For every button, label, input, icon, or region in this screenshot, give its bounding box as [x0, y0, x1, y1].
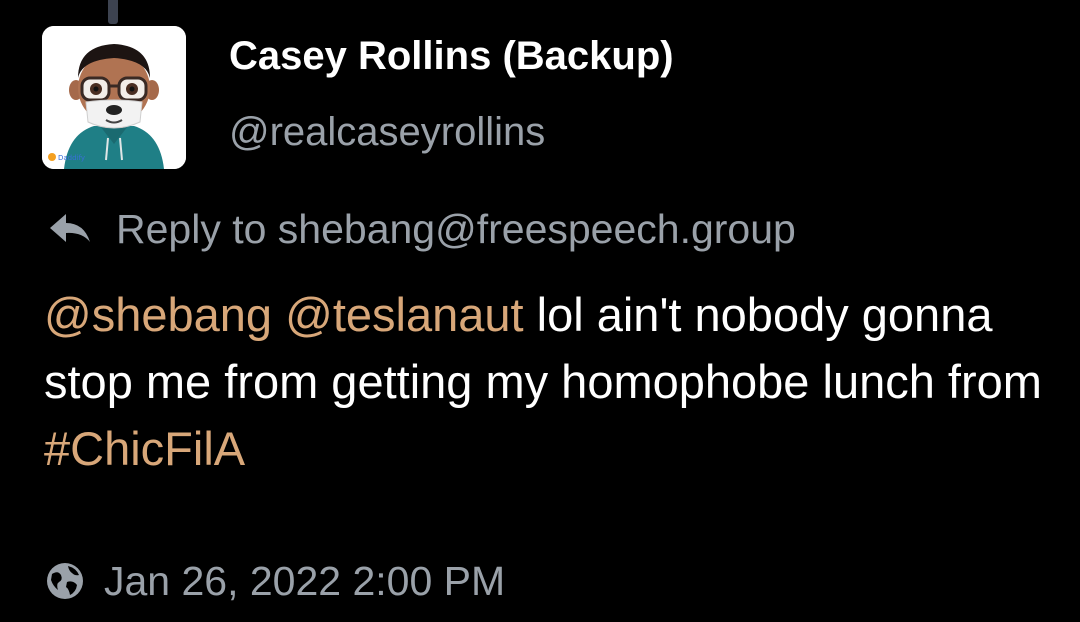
- post-meta-row: Jan 26, 2022 2:00 PM: [46, 556, 505, 606]
- globe-icon: [46, 562, 84, 600]
- avatar-badge-text: Daddify: [58, 154, 85, 162]
- post-body: @shebang @teslanaut lol ain't nobody gon…: [44, 281, 1044, 482]
- post-timestamp[interactable]: Jan 26, 2022 2:00 PM: [104, 558, 505, 605]
- reply-to-text[interactable]: Reply to shebang@freespeech.group: [116, 206, 796, 253]
- author-display-name[interactable]: Casey Rollins (Backup): [229, 34, 674, 79]
- avatar[interactable]: Daddify: [42, 26, 186, 169]
- author-handle[interactable]: @realcaseyrollins: [229, 110, 545, 155]
- memoji-avatar-icon: Daddify: [42, 26, 186, 169]
- hashtag-link[interactable]: #ChicFilA: [44, 422, 245, 475]
- reply-to-row[interactable]: Reply to shebang@freespeech.group: [48, 204, 796, 254]
- mention-link-shebang[interactable]: @shebang: [44, 288, 272, 341]
- mention-link-teslanaut[interactable]: @teslanaut: [285, 288, 523, 341]
- thread-connector-line: [108, 0, 118, 24]
- reply-arrow-icon: [48, 212, 92, 246]
